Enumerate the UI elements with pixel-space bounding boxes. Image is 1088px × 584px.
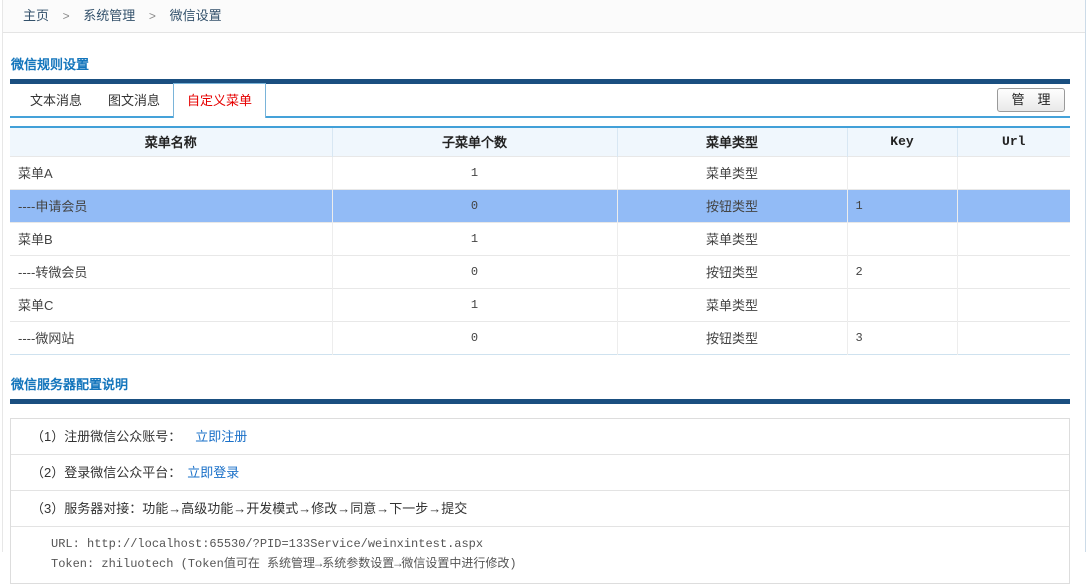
cell-menu-type: 菜单类型 <box>617 156 847 189</box>
cell-menu-name: 菜单C <box>10 288 332 321</box>
column-header-submenu-count: 子菜单个数 <box>332 127 617 156</box>
server-token-line: Token: zhiluotech (Token值可在 系统管理→系统参数设置→… <box>51 554 1069 574</box>
cell-url <box>957 255 1070 288</box>
cell-menu-name: 菜单B <box>10 222 332 255</box>
config-step-login: （2）登录微信公众平台： 立即登录 <box>11 455 1069 491</box>
cell-menu-type: 按钮类型 <box>617 321 847 354</box>
config-step-register: （1）注册微信公众账号： 立即注册 <box>11 419 1069 455</box>
cell-url <box>957 321 1070 354</box>
cell-url <box>957 222 1070 255</box>
config-step-text: （1）注册微信公众账号： <box>31 429 181 444</box>
cell-menu-name: 菜单A <box>10 156 332 189</box>
cell-menu-type: 菜单类型 <box>617 222 847 255</box>
config-section-title: 微信服务器配置说明 <box>11 374 1070 393</box>
cell-submenu-count: 1 <box>332 222 617 255</box>
register-now-link[interactable]: 立即注册 <box>195 429 247 444</box>
tab-text-message[interactable]: 文本消息 <box>17 84 95 116</box>
table-row[interactable]: ----微网站 0 按钮类型 3 <box>10 321 1070 354</box>
breadcrumb: 主页 > 系统管理 > 微信设置 <box>3 0 1085 33</box>
config-step-server-connect: （3）服务器对接：功能→高级功能→开发模式→修改→同意→下一步→提交 <box>11 491 1069 527</box>
tab-bar: 文本消息 图文消息 自定义菜单 管 理 <box>10 84 1070 118</box>
cell-submenu-count: 1 <box>332 288 617 321</box>
config-box: （1）注册微信公众账号： 立即注册 （2）登录微信公众平台： 立即登录 （3）服务器… <box>10 418 1070 584</box>
config-section-divider <box>10 399 1070 404</box>
table-row[interactable]: 菜单B 1 菜单类型 <box>10 222 1070 255</box>
cell-menu-type: 按钮类型 <box>617 189 847 222</box>
menu-table: 菜单名称 子菜单个数 菜单类型 Key Url 菜单A 1 菜单类型 ----申… <box>10 126 1070 355</box>
breadcrumb-current: 微信设置 <box>170 8 222 23</box>
column-header-url: Url <box>957 127 1070 156</box>
cell-menu-name: ----转微会员 <box>10 255 332 288</box>
cell-key <box>847 288 957 321</box>
cell-menu-type: 菜单类型 <box>617 288 847 321</box>
server-url-line: URL: http://localhost:65530/?PID=133Serv… <box>51 534 1069 554</box>
cell-submenu-count: 0 <box>332 255 617 288</box>
content: 微信规则设置 文本消息 图文消息 自定义菜单 管 理 菜单名称 子菜单个数 菜单… <box>3 54 1085 584</box>
config-step-text: （3）服务器对接：功能→高级功能→开发模式→修改→同意→下一步→提交 <box>31 501 467 516</box>
breadcrumb-separator: > <box>63 9 70 23</box>
table-row-selected[interactable]: ----申请会员 0 按钮类型 1 <box>10 189 1070 222</box>
cell-key: 2 <box>847 255 957 288</box>
cell-url <box>957 189 1070 222</box>
login-now-link[interactable]: 立即登录 <box>187 465 239 480</box>
table-row[interactable]: 菜单A 1 菜单类型 <box>10 156 1070 189</box>
cell-menu-name: ----申请会员 <box>10 189 332 222</box>
table-row[interactable]: ----转微会员 0 按钮类型 2 <box>10 255 1070 288</box>
tab-custom-menu[interactable]: 自定义菜单 <box>173 83 266 118</box>
cell-submenu-count: 0 <box>332 321 617 354</box>
cell-menu-name: ----微网站 <box>10 321 332 354</box>
table-row[interactable]: 菜单C 1 菜单类型 <box>10 288 1070 321</box>
cell-submenu-count: 1 <box>332 156 617 189</box>
cell-key <box>847 156 957 189</box>
manage-button[interactable]: 管 理 <box>997 88 1065 112</box>
cell-menu-type: 按钮类型 <box>617 255 847 288</box>
column-header-menu-type: 菜单类型 <box>617 127 847 156</box>
cell-submenu-count: 0 <box>332 189 617 222</box>
table-header-row: 菜单名称 子菜单个数 菜单类型 Key Url <box>10 127 1070 156</box>
cell-url <box>957 288 1070 321</box>
breadcrumb-separator: > <box>149 9 156 23</box>
breadcrumb-home[interactable]: 主页 <box>23 8 49 23</box>
config-code-block: URL: http://localhost:65530/?PID=133Serv… <box>11 527 1069 583</box>
column-header-key: Key <box>847 127 957 156</box>
config-step-text: （2）登录微信公众平台： <box>31 465 181 480</box>
column-header-menu-name: 菜单名称 <box>10 127 332 156</box>
cell-key: 1 <box>847 189 957 222</box>
cell-url <box>957 156 1070 189</box>
tab-image-text-message[interactable]: 图文消息 <box>95 84 173 116</box>
cell-key: 3 <box>847 321 957 354</box>
page: 主页 > 系统管理 > 微信设置 微信规则设置 文本消息 图文消息 自定义菜单 … <box>2 0 1086 552</box>
cell-key <box>847 222 957 255</box>
breadcrumb-system-management[interactable]: 系统管理 <box>83 8 135 23</box>
rules-section-title: 微信规则设置 <box>11 54 1070 73</box>
